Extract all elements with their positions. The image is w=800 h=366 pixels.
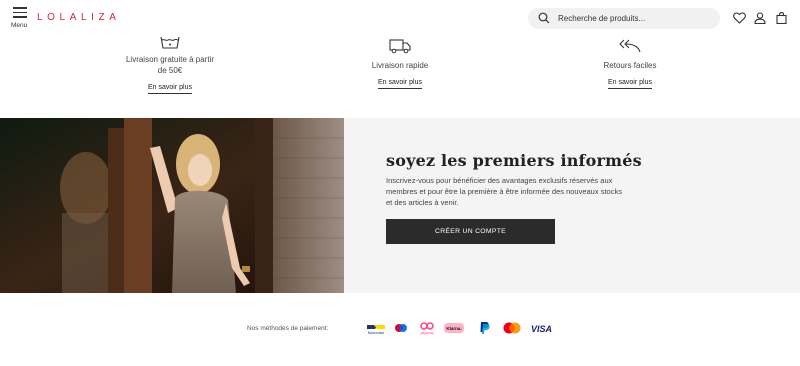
wash-icon	[160, 36, 180, 49]
benefit-title: de 50€	[157, 66, 183, 75]
user-icon[interactable]	[754, 12, 766, 24]
return-arrows-icon	[619, 39, 641, 53]
site-header: Menu LOLALIZA	[0, 0, 800, 38]
newsletter-hero: soyez les premiers informés Inscrivez-vo…	[0, 118, 800, 293]
learn-more-link[interactable]: En savoir plus	[148, 84, 192, 94]
benefit-title: Livraison gratuite à partir	[125, 55, 215, 64]
hero-photo	[0, 118, 344, 293]
paypal-logo	[480, 322, 490, 334]
mastercard-logo	[503, 322, 521, 334]
benefit-title: Livraison rapide	[371, 61, 429, 70]
heart-icon[interactable]	[733, 12, 746, 24]
klarna-text: Klarna.	[446, 326, 461, 331]
learn-more-link[interactable]: En savoir plus	[378, 79, 422, 89]
menu-label: Menu	[11, 22, 28, 29]
hero-description: Inscrivez-vous pour bénéficier des avant…	[386, 176, 622, 207]
visa-logo: VISA	[531, 324, 553, 334]
create-account-button[interactable]: CRÉER UN COMPTE	[386, 219, 555, 244]
hamburger-bar	[13, 11, 27, 13]
search-icon	[538, 12, 550, 24]
benefit-easy-returns: Retours faciles En savoir plus	[580, 38, 680, 89]
learn-more-link[interactable]: En savoir plus	[608, 79, 652, 89]
benefit-free-shipping: Livraison gratuite à partir de 50€ En sa…	[110, 36, 230, 94]
bag-icon[interactable]	[776, 12, 787, 24]
search-input[interactable]	[558, 11, 708, 26]
truck-icon	[389, 39, 411, 54]
benefit-fast-delivery: Livraison rapide En savoir plus	[350, 38, 450, 89]
menu-button[interactable]: Menu	[10, 7, 30, 31]
hamburger-bar	[13, 16, 27, 18]
hamburger-icon	[13, 7, 27, 9]
search-bar[interactable]	[528, 8, 720, 29]
hero-image	[0, 118, 344, 293]
bancontact-logo: Bancontact	[367, 325, 385, 335]
hero-title: soyez les premiers informés	[386, 151, 642, 170]
payment-methods-label: Nos méthodes de paiement:	[247, 325, 329, 332]
payconiq-logo: payconiq	[420, 322, 434, 335]
payconiq-text: payconiq	[421, 331, 434, 335]
bancontact-text: Bancontact	[368, 331, 384, 335]
benefit-title: Retours faciles	[603, 61, 657, 70]
maestro-logo	[395, 324, 407, 332]
newsletter-panel: soyez les premiers informés Inscrivez-vo…	[344, 118, 800, 293]
klarna-logo: Klarna.	[444, 323, 464, 333]
brand-logo[interactable]: LOLALIZA	[37, 12, 121, 23]
